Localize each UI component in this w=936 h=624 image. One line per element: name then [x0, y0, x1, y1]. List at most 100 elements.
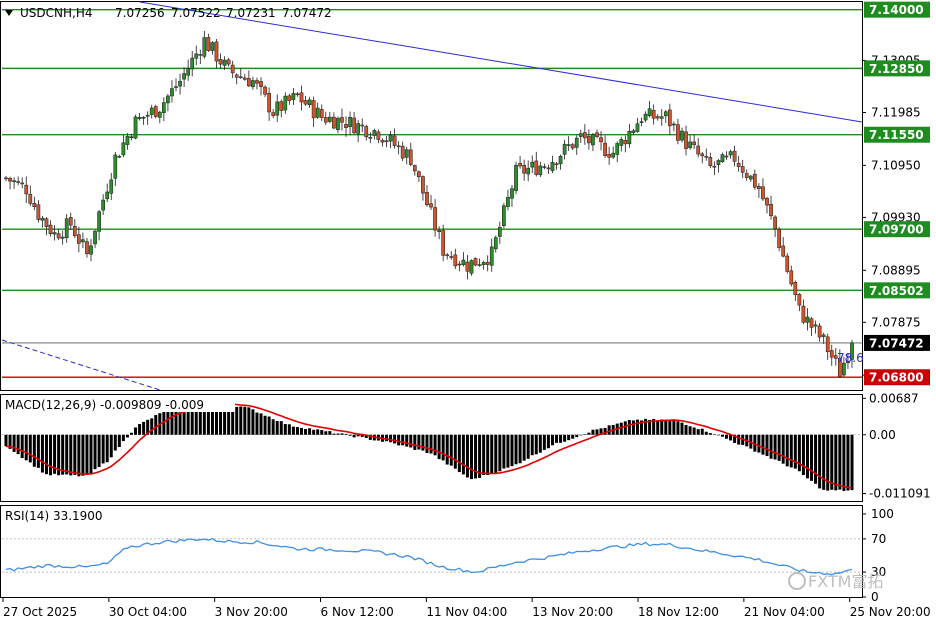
macd-histogram-bar — [89, 434, 93, 474]
price-tick-label: 7.08895 — [871, 263, 921, 277]
candle-body — [599, 137, 603, 143]
macd-tick-label: 0.00687 — [869, 391, 919, 405]
level-tag-label: 7.12850 — [869, 62, 924, 76]
macd-histogram-bar — [522, 434, 526, 461]
macd-histogram-bar — [587, 432, 591, 435]
candle-body — [194, 53, 199, 59]
candle-body — [676, 124, 680, 141]
candle-body — [182, 73, 186, 80]
rsi-tick-label: 70 — [871, 532, 886, 546]
candle-body — [28, 193, 33, 204]
candle-body — [117, 156, 122, 158]
candle-body — [696, 145, 701, 155]
macd-histogram-bar — [490, 434, 494, 474]
candle-body — [287, 95, 292, 101]
candle-body — [587, 136, 591, 144]
candle-body — [186, 68, 191, 76]
macd-histogram-bar — [105, 434, 109, 463]
macd-histogram-bar — [441, 434, 445, 461]
candle-body — [323, 117, 328, 123]
macd-histogram-bar — [154, 415, 158, 435]
candle-body — [518, 162, 522, 167]
candle-body — [773, 216, 777, 230]
macd-histogram-bar — [308, 428, 312, 435]
macd-histogram-bar — [534, 434, 538, 455]
candle-body — [291, 93, 296, 100]
candle-body — [412, 165, 417, 172]
macd-histogram-bar — [668, 419, 672, 435]
candle-body — [36, 204, 41, 220]
candle-body — [12, 180, 16, 182]
watermark-text: FXTM富拓 — [808, 572, 883, 591]
candle-body — [149, 107, 154, 115]
macd-histogram-bar — [356, 434, 360, 437]
macd-histogram-bar — [465, 434, 469, 478]
macd-histogram-bar — [757, 434, 761, 453]
macd-histogram-bar — [393, 434, 397, 444]
candle-body — [425, 192, 429, 206]
candle-body — [214, 41, 219, 62]
candle-body — [32, 202, 37, 208]
candle-body — [238, 76, 243, 79]
candle-body — [801, 305, 806, 323]
candle-body — [234, 74, 239, 78]
macd-histogram-bar — [117, 434, 121, 448]
candle-body — [712, 165, 717, 168]
candle-body — [441, 230, 446, 256]
macd-histogram-bar — [61, 434, 65, 475]
macd-histogram-bar — [810, 434, 814, 481]
macd-histogram-bar — [316, 429, 320, 435]
macd-histogram-bar — [696, 429, 700, 435]
candle-body — [813, 324, 818, 327]
macd-histogram-bar — [559, 434, 563, 443]
candle-body — [170, 88, 174, 97]
rsi-tick-label: 0 — [871, 590, 879, 604]
macd-histogram-bar — [324, 431, 328, 435]
candle-body — [619, 139, 624, 146]
macd-histogram-bar — [635, 419, 639, 435]
macd-histogram-bar — [235, 406, 239, 435]
macd-histogram-bar — [818, 434, 822, 489]
macd-histogram-bar — [328, 431, 332, 435]
time-tick-label: 25 Nov 20:00 — [850, 605, 931, 619]
candle-body — [157, 111, 162, 118]
candle-body — [643, 113, 648, 121]
candle-body — [121, 142, 126, 156]
candle-body — [178, 80, 182, 87]
level-tag-label: 7.08502 — [869, 284, 924, 298]
time-tick-label: 18 Nov 12:00 — [638, 605, 719, 619]
macd-histogram-bar — [24, 434, 28, 461]
candle-body — [145, 114, 150, 117]
candle-body — [558, 155, 563, 165]
macd-histogram-bar — [672, 419, 676, 435]
ohlc-close: 7.07472 — [282, 6, 332, 20]
candle-body — [789, 270, 794, 285]
candle-body — [303, 100, 308, 105]
macd-histogram-bar — [797, 434, 801, 472]
macd-histogram-bar — [247, 407, 251, 435]
candle-body — [591, 134, 595, 146]
candle-body — [85, 241, 89, 255]
price-tick-label: 7.07875 — [871, 315, 921, 329]
candle-body — [781, 245, 786, 257]
candle-body — [344, 124, 348, 129]
macd-histogram-bar — [49, 434, 53, 476]
candle-body — [68, 217, 73, 226]
candle-body — [421, 176, 425, 194]
macd-histogram-bar — [664, 419, 668, 435]
candle-body — [319, 109, 324, 118]
macd-histogram-bar — [267, 416, 271, 435]
candle-body — [384, 140, 389, 143]
macd-histogram-bar — [801, 434, 805, 476]
candle-body — [271, 112, 276, 116]
macd-histogram-bar — [320, 430, 324, 435]
candle-body — [485, 261, 490, 265]
candle-body — [627, 130, 632, 145]
level-tag-label: 7.09700 — [869, 223, 924, 237]
macd-histogram-bar — [109, 434, 113, 458]
candle-body — [724, 155, 729, 158]
candle-body — [542, 166, 547, 168]
macd-histogram-bar — [563, 434, 567, 442]
candle-body — [753, 173, 757, 188]
macd-histogram-bar — [546, 434, 550, 449]
